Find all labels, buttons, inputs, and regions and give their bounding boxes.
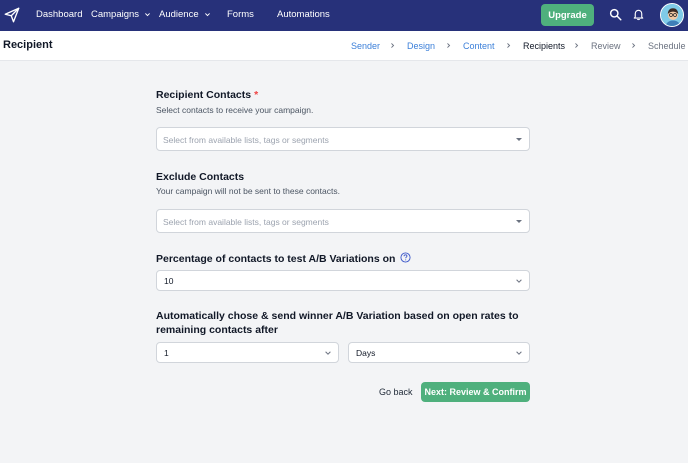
chevron-down-icon [145,13,151,17]
required-mark: * [254,89,259,101]
chevron-down-icon [325,351,331,355]
avatar-illustration [661,4,683,26]
winner-amount-value: 1 [164,348,169,358]
upgrade-button[interactable]: Upgrade [541,4,594,26]
nav-dashboard[interactable]: Dashboard [36,9,82,20]
nav-dashboard-label: Dashboard [36,9,83,20]
ab-percentage-value: 10 [164,276,174,286]
chevron-right-icon [632,43,636,48]
help-circle-icon[interactable] [400,252,411,263]
next-review-confirm-button[interactable]: Next: Review & Confirm [421,382,530,402]
winner-label-line2: remaining contacts after [156,324,278,336]
page-title: Recipient [3,39,53,51]
user-avatar[interactable] [660,3,684,27]
step-sender[interactable]: Sender [351,41,380,51]
nav-automations[interactable]: Automations [277,9,330,20]
ab-percentage-select[interactable]: 10 [156,270,530,291]
recipient-contacts-label-text: Recipient Contacts [156,89,252,101]
chevron-right-icon [507,43,511,48]
campaign-steps-header: Recipient Sender Design Content Recipien… [0,31,688,61]
winner-unit-select[interactable]: Days [348,342,530,363]
recipient-contacts-placeholder: Select from available lists, tags or seg… [163,135,329,145]
recipient-contacts-select[interactable]: Select from available lists, tags or seg… [156,127,530,151]
chevron-right-icon [391,43,395,48]
chevron-right-icon [575,43,579,48]
chevron-down-icon [204,13,210,17]
nav-campaigns-label: Campaigns [91,9,140,20]
exclude-contacts-label: Exclude Contacts [156,171,245,183]
bell-icon[interactable] [632,8,645,21]
step-design[interactable]: Design [407,41,435,51]
step-schedule[interactable]: Schedule [648,41,686,51]
go-back-button[interactable]: Go back [379,387,413,397]
step-recipients[interactable]: Recipients [523,41,565,51]
chevron-down-icon [516,351,522,355]
chevron-down-icon [516,279,522,283]
winner-label-line1: Automatically chose & send winner A/B Va… [156,310,519,322]
winner-amount-select[interactable]: 1 [156,342,339,363]
exclude-contacts-help: Your campaign will not be sent to these … [156,186,340,196]
winner-unit-value: Days [356,348,376,358]
nav-campaigns[interactable]: Campaigns [91,9,151,20]
caret-down-icon [516,220,522,223]
top-navigation-bar: Dashboard Campaigns Audience Forms Autom… [0,0,688,31]
recipient-contacts-help: Select contacts to receive your campaign… [156,105,314,115]
ab-percentage-label-text: Percentage of contacts to test A/B Varia… [156,253,396,265]
recipient-contacts-label: Recipient Contacts * [156,89,258,101]
nav-automations-label: Automations [277,9,330,20]
exclude-contacts-select[interactable]: Select from available lists, tags or seg… [156,209,530,233]
search-icon[interactable] [609,8,622,21]
nav-audience[interactable]: Audience [159,9,211,20]
nav-forms[interactable]: Forms [227,9,254,20]
paper-plane-logo-icon[interactable] [3,6,21,24]
exclude-contacts-placeholder: Select from available lists, tags or seg… [163,217,329,227]
caret-down-icon [516,138,522,141]
chevron-right-icon [447,43,451,48]
nav-audience-label: Audience [159,9,199,20]
ab-percentage-label: Percentage of contacts to test A/B Varia… [156,252,411,265]
nav-forms-label: Forms [227,9,254,20]
step-review[interactable]: Review [591,41,621,51]
step-content[interactable]: Content [463,41,495,51]
